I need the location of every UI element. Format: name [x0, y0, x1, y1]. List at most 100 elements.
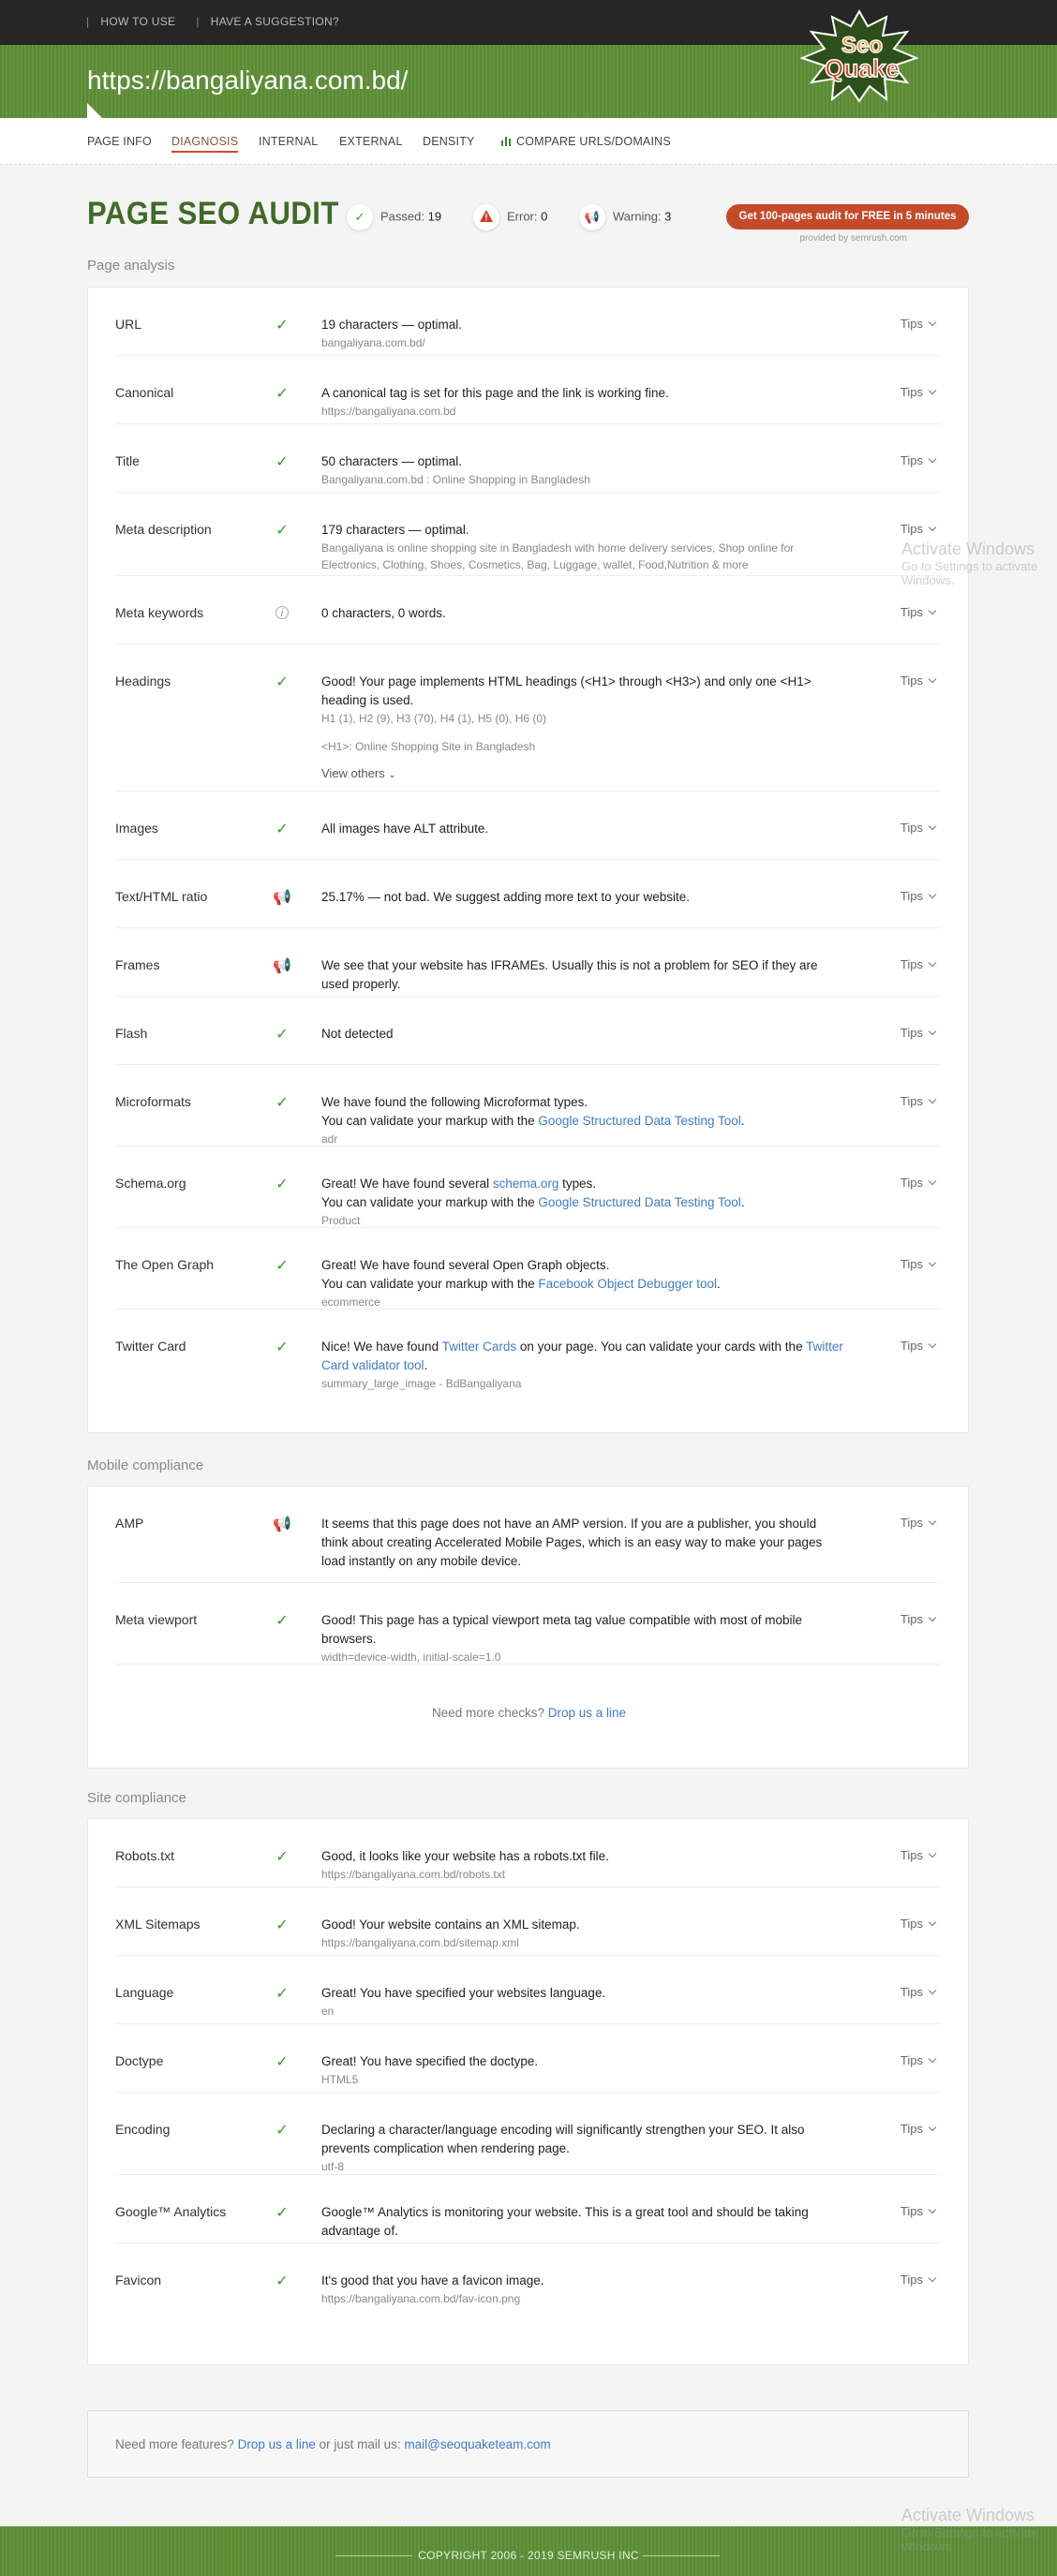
view-others-toggle[interactable]: View others ⌄ [321, 764, 846, 785]
check-text: Great! You have specified your websites … [321, 1986, 606, 2000]
check-icon: ✓ [275, 674, 289, 690]
tips-toggle[interactable]: Tips [901, 1176, 935, 1190]
check-icon: ✓ [275, 318, 289, 333]
facebook-debugger-link[interactable]: Facebook Object Debugger tool [538, 1277, 717, 1291]
check-detail: H1 (1), H2 (9), H3 (70), H4 (1), H5 (0),… [321, 712, 547, 725]
check-result: We have found the following Microformat … [321, 1093, 846, 1147]
tips-toggle[interactable]: Tips [901, 1339, 935, 1353]
check-result: Declaring a character/language encoding … [321, 2121, 846, 2175]
tips-toggle[interactable]: Tips [901, 2204, 935, 2218]
copyright: COPYRIGHT 2006 - 2019 SEMRUSH INC [418, 2549, 639, 2562]
site-compliance-card: Robots.txt ✓ Good, it looks like your we… [87, 1818, 969, 2365]
check-result: Great! You have specified the doctype. HT… [321, 2052, 846, 2088]
megaphone-icon: 📢 [273, 1517, 291, 1532]
passed-stat: ✓ Passed: 19 [347, 204, 441, 230]
check-result: 19 characters — optimal. bangaliyana.com.… [321, 316, 846, 351]
suggestion-link[interactable]: HAVE A SUGGESTION? [211, 15, 339, 28]
check-result: Good! Your page implements HTML headings… [321, 673, 846, 785]
check-icon: ✓ [275, 1095, 289, 1111]
check-text: Great! We have found several schema.org … [321, 1175, 846, 1193]
drop-line-link[interactable]: Drop us a line [548, 1706, 626, 1720]
tips-toggle[interactable]: Tips [901, 1026, 935, 1040]
check-icon: ✓ [275, 1027, 289, 1043]
tips-toggle[interactable]: Tips [901, 957, 935, 971]
check-label: Encoding [115, 2122, 171, 2137]
tips-toggle[interactable]: Tips [901, 1257, 935, 1271]
tips-toggle[interactable]: Tips [901, 2053, 935, 2067]
tips-toggle[interactable]: Tips [901, 2273, 935, 2287]
watermark-sub: Go to Settings to activate Windows. [901, 559, 1038, 587]
error-label: Error: [507, 209, 538, 224]
check-row-doctype: Doctype ✓ Great! You have specified the … [115, 2024, 941, 2093]
tips-toggle[interactable]: Tips [901, 1848, 935, 1862]
check-result: 0 characters, 0 words. [321, 604, 846, 623]
check-text: Nice! We have found Twitter Cards on you… [321, 1338, 846, 1375]
tips-toggle[interactable]: Tips [901, 1917, 935, 1931]
section-title-site: Site compliance [87, 1790, 186, 1806]
tab-density[interactable]: DENSITY [423, 135, 475, 148]
tips-toggle[interactable]: Tips [901, 2122, 935, 2136]
check-text: 179 characters — optimal. [321, 523, 469, 537]
check-result: Not detected [321, 1025, 846, 1044]
tips-toggle[interactable]: Tips [901, 1612, 935, 1626]
check-label: Canonical [115, 385, 174, 400]
tips-toggle[interactable]: Tips [901, 821, 935, 835]
footer-bar: COPYRIGHT 2006 - 2019 SEMRUSH INC [0, 2526, 1057, 2576]
check-detail: width=device-width, initial-scale=1.0 [321, 1651, 501, 1664]
check-label: Flash [115, 1026, 148, 1041]
text-segment: . [740, 1195, 745, 1209]
check-detail: bangaliyana.com.bd/ [321, 336, 425, 349]
check-label: The Open Graph [115, 1257, 215, 1272]
check-detail: utf-8 [321, 2160, 345, 2173]
tips-toggle[interactable]: Tips [901, 605, 935, 619]
check-text: 19 characters — optimal. [321, 318, 463, 332]
check-label: Twitter Card [115, 1339, 186, 1354]
tab-page-info[interactable]: PAGE INFO [87, 135, 152, 148]
drop-line-link[interactable]: Drop us a line [238, 2437, 316, 2451]
need-more-label: Need more checks? [431, 1706, 544, 1720]
tips-toggle[interactable]: Tips [901, 674, 935, 688]
schema-org-link[interactable]: schema.org [493, 1177, 559, 1191]
contact-box: Need more features? Drop us a line or ju… [87, 2410, 969, 2478]
tips-toggle[interactable]: Tips [901, 1516, 935, 1530]
google-sdtt-link[interactable]: Google Structured Data Testing Tool [538, 1195, 740, 1209]
need-more-checks: Need more checks? Drop us a line [88, 1706, 970, 1720]
text-segment: . [717, 1277, 721, 1291]
check-icon: ✓ [275, 1986, 289, 2002]
tips-toggle[interactable]: Tips [901, 889, 935, 903]
check-row-frames: Frames 📢 We see that your website has IF… [115, 928, 941, 997]
check-detail: ecommerce [321, 1295, 380, 1309]
google-sdtt-link[interactable]: Google Structured Data Testing Tool [538, 1114, 740, 1128]
tips-toggle[interactable]: Tips [901, 522, 935, 536]
error-stat: Error: 0 [473, 204, 547, 230]
tips-toggle[interactable]: Tips [901, 385, 935, 399]
tab-diagnosis[interactable]: DIAGNOSIS [171, 135, 239, 153]
tips-toggle[interactable]: Tips [901, 1985, 935, 1999]
check-text: Good! Your page implements HTML headings… [321, 674, 811, 707]
tips-toggle[interactable]: Tips [901, 1094, 935, 1108]
how-to-use-link[interactable]: HOW TO USE [100, 15, 175, 28]
passed-label: Passed: [380, 209, 424, 224]
tab-internal[interactable]: INTERNAL [259, 135, 318, 148]
megaphone-icon: 📢 [579, 204, 605, 230]
check-result: Good, it looks like your website has a r… [321, 1847, 846, 1883]
check-icon: ✓ [275, 2205, 289, 2221]
check-text-2: You can validate your markup with the Fa… [321, 1275, 846, 1294]
tips-toggle[interactable]: Tips [901, 453, 935, 467]
twitter-cards-link[interactable]: Twitter Cards [442, 1340, 517, 1354]
text-segment: You can validate your markup with the [321, 1114, 539, 1128]
check-label: Doctype [115, 2053, 164, 2068]
check-result: 25.17% — not bad. We suggest adding more… [321, 888, 846, 907]
free-audit-button[interactable]: Get 100-pages audit for FREE in 5 minute… [726, 204, 969, 229]
check-text: Google™ Analytics is monitoring your web… [321, 2205, 809, 2238]
chevron-down-icon: ⌄ [388, 770, 396, 780]
check-result: All images have ALT attribute. [321, 820, 846, 838]
tab-compare[interactable]: COMPARE URLS/DOMAINS [500, 135, 671, 148]
check-row-encoding: Encoding ✓ Declaring a character/languag… [115, 2093, 941, 2175]
tab-external[interactable]: EXTERNAL [339, 135, 403, 148]
text-segment: or just mail us: [315, 2437, 405, 2451]
logo-text-quake: Quake [825, 54, 900, 82]
email-link[interactable]: mail@seoquaketeam.com [404, 2437, 550, 2451]
seoquake-logo[interactable]: Seo Quake [796, 7, 922, 105]
tips-toggle[interactable]: Tips [901, 317, 935, 331]
